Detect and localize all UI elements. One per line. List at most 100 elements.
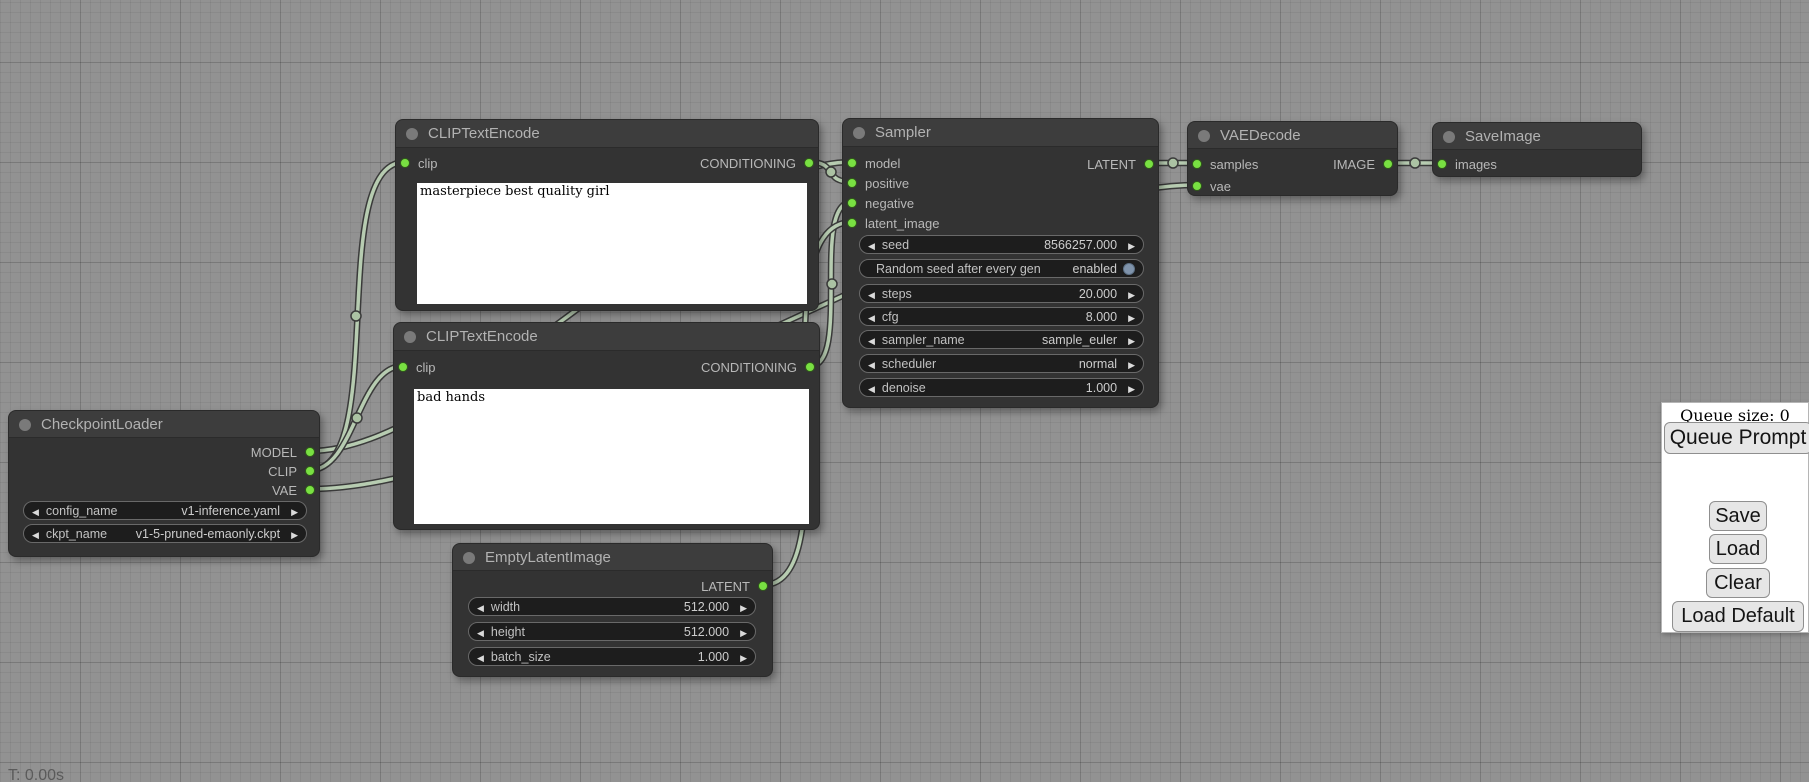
increment-arrow-icon[interactable] bbox=[1128, 287, 1135, 301]
positive-prompt-textarea[interactable]: masterpiece best quality girl bbox=[417, 183, 807, 304]
widget-steps[interactable]: steps 20.000 bbox=[859, 284, 1144, 303]
port-clip-input[interactable] bbox=[398, 362, 408, 372]
widget-width[interactable]: width 512.000 bbox=[468, 597, 756, 616]
node-save-image[interactable]: SaveImage images bbox=[1432, 122, 1642, 177]
queue-menu-panel: Queue size: 0 Queue Prompt Save Load Cle… bbox=[1661, 402, 1809, 633]
load-default-button[interactable]: Load Default bbox=[1672, 601, 1804, 632]
output-label: CLIP bbox=[268, 464, 297, 479]
port-latent-output[interactable] bbox=[758, 581, 768, 591]
output-label: MODEL bbox=[251, 445, 297, 460]
widget-ckpt-name[interactable]: ckpt_name v1-5-pruned-emaonly.ckpt bbox=[23, 524, 307, 543]
node-title[interactable]: Sampler bbox=[843, 119, 1158, 147]
node-checkpoint-loader[interactable]: CheckpointLoader MODEL CLIP VAE config_n… bbox=[8, 410, 320, 557]
widget-cfg[interactable]: cfg 8.000 bbox=[859, 307, 1144, 326]
clear-button[interactable]: Clear bbox=[1706, 568, 1770, 598]
node-title[interactable]: CheckpointLoader bbox=[9, 411, 319, 438]
node-clip-text-encode-negative[interactable]: CLIPTextEncode clip CONDITIONING bad han… bbox=[393, 322, 820, 530]
node-title[interactable]: SaveImage bbox=[1433, 123, 1641, 150]
port-conditioning-output[interactable] bbox=[805, 362, 815, 372]
port-image-output[interactable] bbox=[1383, 159, 1393, 169]
toggle-icon[interactable] bbox=[1123, 263, 1135, 275]
increment-arrow-icon[interactable] bbox=[1128, 310, 1135, 324]
widget-scheduler[interactable]: scheduler normal bbox=[859, 354, 1144, 373]
execution-time-label: T: 0.00s bbox=[8, 767, 64, 782]
increment-arrow-icon[interactable] bbox=[1128, 238, 1135, 252]
port-clip-output[interactable] bbox=[305, 466, 315, 476]
collapse-dot-icon[interactable] bbox=[853, 127, 865, 139]
decrement-arrow-icon[interactable] bbox=[868, 287, 875, 301]
port-clip-input[interactable] bbox=[400, 158, 410, 168]
save-button[interactable]: Save bbox=[1709, 501, 1767, 531]
increment-arrow-icon[interactable] bbox=[291, 527, 298, 541]
input-label: model bbox=[865, 156, 900, 171]
widget-value: 8566257.000 bbox=[1044, 238, 1117, 252]
collapse-dot-icon[interactable] bbox=[463, 552, 475, 564]
decrement-arrow-icon[interactable] bbox=[868, 238, 875, 252]
decrement-arrow-icon[interactable] bbox=[477, 625, 484, 639]
widget-value: enabled bbox=[1073, 262, 1118, 276]
link-midpoint-dot bbox=[351, 311, 361, 321]
collapse-dot-icon[interactable] bbox=[404, 331, 416, 343]
widget-random-seed-toggle[interactable]: Random seed after every gen enabled bbox=[859, 259, 1144, 278]
node-sampler[interactable]: Sampler model positive negative latent_i… bbox=[842, 118, 1159, 408]
widget-label: denoise bbox=[882, 381, 926, 395]
node-vae-decode[interactable]: VAEDecode samples IMAGE vae bbox=[1187, 121, 1398, 196]
node-title[interactable]: EmptyLatentImage bbox=[453, 544, 772, 571]
widget-config-name[interactable]: config_name v1-inference.yaml bbox=[23, 501, 307, 520]
port-model-input[interactable] bbox=[847, 158, 857, 168]
node-title[interactable]: CLIPTextEncode bbox=[394, 323, 819, 351]
widget-denoise[interactable]: denoise 1.000 bbox=[859, 378, 1144, 397]
output-label: VAE bbox=[272, 483, 297, 498]
widget-batch-size[interactable]: batch_size 1.000 bbox=[468, 647, 756, 666]
output-label: LATENT bbox=[1087, 157, 1136, 172]
port-conditioning-output[interactable] bbox=[804, 158, 814, 168]
port-negative-input[interactable] bbox=[847, 198, 857, 208]
load-button[interactable]: Load bbox=[1709, 534, 1767, 564]
widget-label: height bbox=[491, 625, 525, 639]
decrement-arrow-icon[interactable] bbox=[868, 310, 875, 324]
decrement-arrow-icon[interactable] bbox=[868, 333, 875, 347]
widget-height[interactable]: height 512.000 bbox=[468, 622, 756, 641]
widget-seed[interactable]: seed 8566257.000 bbox=[859, 235, 1144, 254]
node-title[interactable]: VAEDecode bbox=[1188, 122, 1397, 149]
queue-prompt-button[interactable]: Queue Prompt bbox=[1664, 422, 1809, 454]
port-vae-output[interactable] bbox=[305, 485, 315, 495]
port-vae-input[interactable] bbox=[1192, 181, 1202, 191]
increment-arrow-icon[interactable] bbox=[740, 650, 747, 664]
increment-arrow-icon[interactable] bbox=[1128, 333, 1135, 347]
output-label: IMAGE bbox=[1333, 157, 1375, 172]
increment-arrow-icon[interactable] bbox=[291, 504, 298, 518]
decrement-arrow-icon[interactable] bbox=[32, 527, 39, 541]
widget-value: sample_euler bbox=[1042, 333, 1117, 347]
port-model-output[interactable] bbox=[305, 447, 315, 457]
node-graph-canvas[interactable]: CheckpointLoader MODEL CLIP VAE config_n… bbox=[0, 0, 1809, 782]
negative-prompt-textarea[interactable]: bad hands bbox=[414, 389, 809, 524]
increment-arrow-icon[interactable] bbox=[740, 625, 747, 639]
decrement-arrow-icon[interactable] bbox=[868, 381, 875, 395]
node-title-label: VAEDecode bbox=[1220, 127, 1301, 144]
collapse-dot-icon[interactable] bbox=[19, 419, 31, 431]
widget-sampler-name[interactable]: sampler_name sample_euler bbox=[859, 330, 1144, 349]
node-clip-text-encode-positive[interactable]: CLIPTextEncode clip CONDITIONING masterp… bbox=[395, 119, 819, 311]
port-latent-image-input[interactable] bbox=[847, 218, 857, 228]
node-empty-latent-image[interactable]: EmptyLatentImage LATENT width 512.000 he… bbox=[452, 543, 773, 677]
increment-arrow-icon[interactable] bbox=[1128, 381, 1135, 395]
port-samples-input[interactable] bbox=[1192, 159, 1202, 169]
output-label: CONDITIONING bbox=[700, 156, 796, 171]
collapse-dot-icon[interactable] bbox=[406, 128, 418, 140]
increment-arrow-icon[interactable] bbox=[1128, 357, 1135, 371]
port-latent-output[interactable] bbox=[1144, 159, 1154, 169]
link-midpoint-dot bbox=[1410, 158, 1420, 168]
node-title-label: CheckpointLoader bbox=[41, 416, 163, 433]
node-title[interactable]: CLIPTextEncode bbox=[396, 120, 818, 148]
collapse-dot-icon[interactable] bbox=[1198, 130, 1210, 142]
decrement-arrow-icon[interactable] bbox=[477, 600, 484, 614]
collapse-dot-icon[interactable] bbox=[1443, 131, 1455, 143]
decrement-arrow-icon[interactable] bbox=[32, 504, 39, 518]
decrement-arrow-icon[interactable] bbox=[868, 357, 875, 371]
increment-arrow-icon[interactable] bbox=[740, 600, 747, 614]
port-positive-input[interactable] bbox=[847, 178, 857, 188]
port-images-input[interactable] bbox=[1437, 159, 1447, 169]
decrement-arrow-icon[interactable] bbox=[477, 650, 484, 664]
input-label: samples bbox=[1210, 157, 1258, 172]
